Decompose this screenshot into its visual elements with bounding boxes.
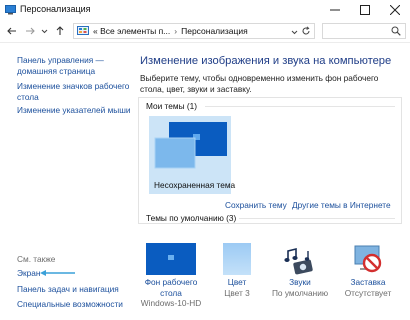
sidebar-item-label: домашняя страница: [17, 65, 96, 76]
default-themes-heading: Темы по умолчанию (3): [146, 213, 237, 223]
divider: [239, 218, 395, 219]
close-button[interactable]: [380, 0, 410, 20]
chevron-down-icon: [41, 29, 47, 34]
page-title: Изменение изображения и звука на компьют…: [140, 55, 392, 67]
breadcrumb-all-items[interactable]: « Все элементы п...: [93, 26, 170, 36]
sidebar-item-desktop-icons[interactable]: Изменение значков рабочего стола: [17, 81, 129, 102]
close-icon: [390, 5, 400, 15]
recent-locations-button[interactable]: [40, 24, 48, 38]
screensaver-setting[interactable]: Заставка Отсутствует: [333, 243, 403, 298]
see-also-heading: См. также: [17, 254, 56, 264]
sidebar-item-label: Панель управления —: [17, 55, 104, 65]
theme-preview-image: [149, 116, 231, 176]
online-themes-link[interactable]: Другие темы в Интернете: [292, 200, 391, 210]
maximize-button[interactable]: [350, 0, 380, 20]
sidebar-item-label: стола: [17, 91, 39, 102]
arrow-up-icon: [56, 26, 64, 35]
back-button[interactable]: [6, 24, 18, 38]
breadcrumb-personalization[interactable]: Персонализация: [181, 26, 248, 36]
content-area: Панель управления — домашняя страница Из…: [0, 42, 410, 320]
themes-list: Мои темы (1) Несохраненная тема Сохранит…: [138, 97, 402, 224]
up-button[interactable]: [54, 24, 66, 38]
setting-value: Цвет 3: [224, 287, 250, 298]
save-theme-link[interactable]: Сохранить тему: [225, 200, 287, 210]
setting-label: Цвет: [227, 277, 247, 287]
search-input[interactable]: [322, 23, 406, 39]
music-notes-icon: [284, 247, 313, 275]
minimize-button[interactable]: [320, 0, 350, 20]
theme-label: Несохраненная тема: [154, 180, 236, 190]
minimize-icon: [330, 9, 340, 11]
setting-value: По умолчанию: [271, 287, 329, 298]
setting-label: стола: [160, 287, 182, 298]
desktop-background-setting[interactable]: Фон рабочего стола Windows-10-HD: [136, 243, 206, 309]
chevron-down-icon[interactable]: [291, 29, 298, 35]
annotation-arrow-icon: [40, 270, 75, 276]
refresh-icon[interactable]: [301, 26, 311, 36]
setting-value: Windows-10-HD: [140, 298, 202, 308]
sidebar-item-label: Изменение значков рабочего: [17, 81, 130, 91]
see-also-taskbar-link[interactable]: Панель задач и навигация: [17, 284, 119, 295]
desktop-background-thumbnail: [146, 243, 196, 275]
color-setting[interactable]: Цвет Цвет 3: [202, 243, 272, 298]
search-icon: [391, 26, 401, 36]
see-also-accessibility-link[interactable]: Специальные возможности: [17, 299, 123, 310]
setting-label: Звуки: [289, 277, 311, 287]
setting-label: Заставка: [350, 277, 386, 287]
sidebar-item-mouse-pointers[interactable]: Изменение указателей мыши: [17, 105, 131, 116]
control-panel-icon: [77, 26, 89, 35]
see-also-display-link[interactable]: Экран: [17, 268, 40, 279]
breadcrumb-separator: ›: [174, 26, 178, 36]
theme-unsaved-tile[interactable]: Несохраненная тема: [149, 116, 235, 194]
color-swatch-thumbnail: [223, 243, 251, 275]
forward-button[interactable]: [24, 24, 36, 38]
setting-value: Отсутствует: [344, 287, 392, 298]
my-themes-heading: Мои темы (1): [146, 101, 197, 111]
navigation-bar: « Все элементы п... › Персонализация: [0, 20, 410, 42]
page-description: Выберите тему, чтобы одновременно измени…: [140, 73, 379, 94]
sidebar-item-label: Изменение указателей мыши: [17, 105, 131, 115]
no-sign-icon: [354, 245, 382, 273]
address-bar[interactable]: « Все элементы п... › Персонализация: [73, 23, 315, 39]
maximize-icon: [360, 5, 370, 15]
sidebar-item-control-panel-home[interactable]: Панель управления — домашняя страница: [17, 55, 104, 76]
divider: [205, 106, 395, 107]
setting-label: Фон рабочего: [144, 277, 198, 287]
arrow-right-icon: [26, 27, 35, 35]
personalization-app-icon: [5, 5, 16, 15]
sounds-setting[interactable]: Звуки По умолчанию: [265, 243, 335, 298]
window-title: Персонализация: [20, 4, 91, 14]
arrow-left-icon: [7, 27, 16, 35]
title-bar: Персонализация: [0, 0, 410, 20]
